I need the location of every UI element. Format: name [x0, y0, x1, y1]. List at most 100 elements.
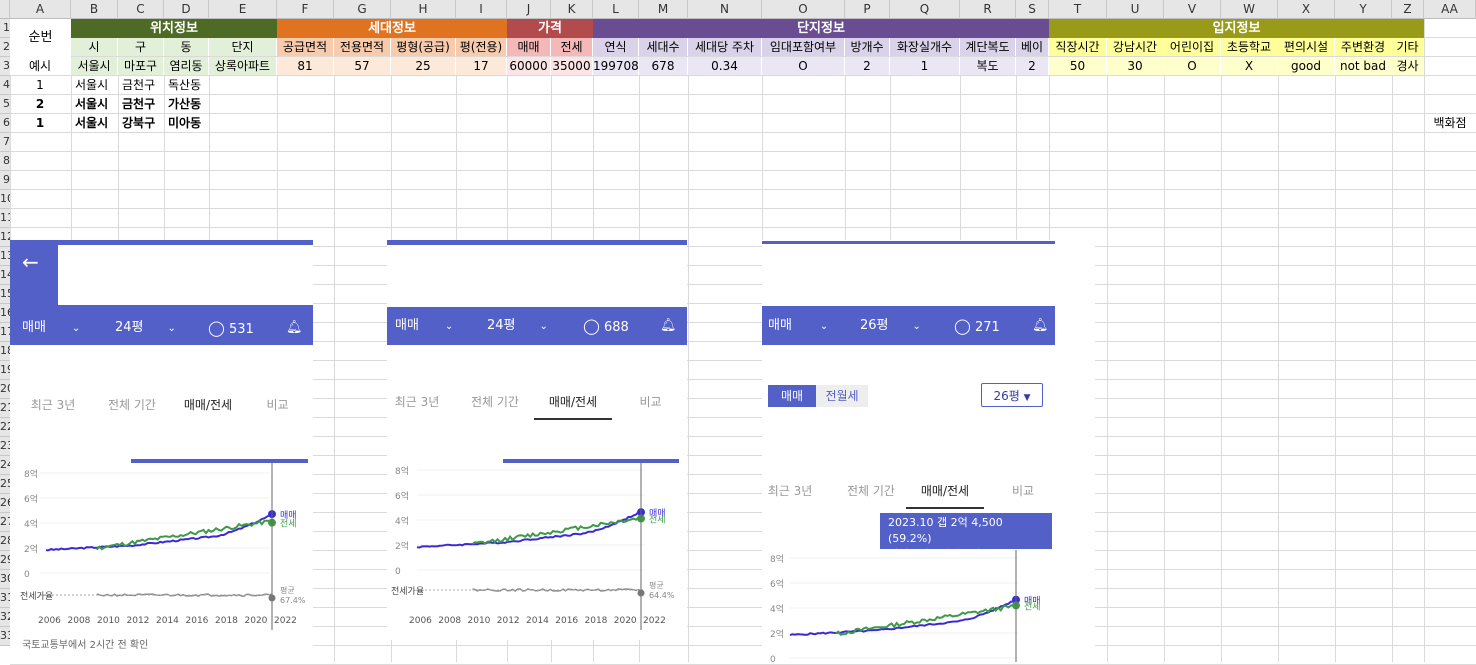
tab-recent-3y[interactable]: 최근 3년	[387, 393, 447, 410]
header-cell[interactable]: 세대당 주차	[688, 38, 761, 56]
row-header[interactable]: 30	[0, 570, 10, 589]
example-cell[interactable]: 25	[391, 57, 455, 75]
row-header[interactable]: 9	[0, 171, 10, 190]
example-cell[interactable]: 복도	[960, 57, 1015, 75]
column-header-u[interactable]: U	[1107, 0, 1164, 19]
example-cell[interactable]: X	[1221, 57, 1277, 75]
example-cell[interactable]: 예시	[10, 57, 70, 75]
header-cell[interactable]: 편의시설	[1278, 38, 1334, 56]
header-cell[interactable]: 초등학교	[1221, 38, 1277, 56]
row-header[interactable]: 31	[0, 589, 10, 608]
tab-all-period[interactable]: 전체 기간	[832, 482, 910, 499]
column-header-v[interactable]: V	[1164, 0, 1221, 19]
example-cell[interactable]: 1	[890, 57, 959, 75]
example-cell[interactable]: 678	[639, 57, 687, 75]
cell-a1[interactable]: 순번	[10, 19, 71, 57]
header-cell[interactable]: 연식	[593, 38, 638, 56]
column-header-e[interactable]: E	[209, 0, 277, 19]
data-cell[interactable]: 금천구	[118, 76, 163, 94]
header-cell[interactable]: 매매	[507, 38, 550, 56]
cell-aa6[interactable]: 백화점	[1424, 114, 1476, 132]
column-header-x[interactable]: X	[1278, 0, 1335, 19]
bell-icon[interactable]: 🔔︎	[286, 309, 303, 347]
header-cell[interactable]: 베이	[1016, 38, 1048, 56]
deal-type-select[interactable]: 매매 ⌄	[395, 307, 453, 346]
header-cell[interactable]: 구	[118, 38, 163, 56]
header-cell[interactable]: 기타	[1392, 38, 1423, 56]
header-cell[interactable]: 계단복도	[960, 38, 1015, 56]
row-header[interactable]: 6	[0, 114, 10, 133]
tab-sale-jeonse[interactable]: 매매/전세	[534, 393, 612, 420]
row-header[interactable]: 7	[0, 133, 10, 152]
column-header-c[interactable]: C	[118, 0, 164, 19]
example-cell[interactable]: 상록아파트	[209, 57, 276, 75]
tab-recent-3y[interactable]: 최근 3년	[762, 482, 818, 499]
row-header[interactable]: 17	[0, 323, 10, 342]
column-header-o[interactable]: O	[762, 0, 845, 19]
header-cell[interactable]: 공급면적	[277, 38, 333, 56]
example-cell[interactable]: 30	[1107, 57, 1163, 75]
header-cell[interactable]: 주변환경	[1335, 38, 1391, 56]
column-header-y[interactable]: Y	[1335, 0, 1392, 19]
row-header[interactable]: 10	[0, 190, 10, 209]
data-cell[interactable]: 1	[10, 76, 70, 94]
header-cell[interactable]: 평(전용)	[456, 38, 506, 56]
column-header-n[interactable]: N	[688, 0, 762, 19]
column-header-t[interactable]: T	[1049, 0, 1107, 19]
row-header[interactable]: 16	[0, 304, 10, 323]
data-cell[interactable]: 미아동	[164, 114, 208, 132]
column-header-d[interactable]: D	[164, 0, 209, 19]
select-all-corner[interactable]	[0, 0, 10, 19]
column-header-z[interactable]: Z	[1392, 0, 1424, 19]
comments-button[interactable]: ◯ 688	[583, 307, 629, 347]
tab-recent-3y[interactable]: 최근 3년	[18, 396, 88, 413]
row-header[interactable]: 23	[0, 437, 10, 456]
data-cell[interactable]: 독산동	[164, 76, 208, 94]
tab-all-period[interactable]: 전체 기간	[92, 396, 172, 413]
row-header[interactable]: 8	[0, 152, 10, 171]
header-cell[interactable]: 단지	[209, 38, 276, 56]
tab-sale-jeonse[interactable]: 매매/전세	[168, 396, 248, 413]
column-header-aa[interactable]: AA	[1424, 0, 1476, 19]
header-cell[interactable]: 시	[71, 38, 117, 56]
data-cell[interactable]: 2	[10, 95, 70, 113]
example-cell[interactable]: 2	[845, 57, 889, 75]
size-dropdown[interactable]: 26평 ▼	[981, 383, 1043, 407]
example-cell[interactable]: 2	[1016, 57, 1048, 75]
example-cell[interactable]: 경사	[1392, 57, 1423, 75]
row-header[interactable]: 4	[0, 76, 10, 95]
tab-compare[interactable]: 비교	[623, 393, 678, 410]
column-header-s[interactable]: S	[1016, 0, 1049, 19]
bell-icon[interactable]: 🔔︎	[660, 307, 677, 345]
toggle-rent[interactable]: 전월세	[816, 385, 868, 407]
data-cell[interactable]: 서울시	[71, 95, 117, 113]
row-header[interactable]: 26	[0, 494, 10, 513]
row-header[interactable]: 15	[0, 285, 10, 304]
header-cell[interactable]: 방개수	[845, 38, 889, 56]
row-header[interactable]: 3	[0, 57, 10, 76]
row-header[interactable]: 20	[0, 380, 10, 399]
tab-sale-jeonse[interactable]: 매매/전세	[906, 482, 984, 509]
row-header[interactable]: 25	[0, 475, 10, 494]
column-header-j[interactable]: J	[507, 0, 551, 19]
row-header[interactable]: 1	[0, 19, 10, 38]
row-header[interactable]: 21	[0, 399, 10, 418]
size-select[interactable]: 26평 ⌄	[860, 307, 921, 346]
example-cell[interactable]: 60000	[507, 57, 550, 75]
example-cell[interactable]: 81	[277, 57, 333, 75]
example-cell[interactable]: O	[1164, 57, 1220, 75]
header-cell[interactable]: 강남시간	[1107, 38, 1163, 56]
example-cell[interactable]: not bad	[1335, 57, 1391, 75]
comments-button[interactable]: ◯ 531	[208, 309, 254, 349]
row-header[interactable]: 22	[0, 418, 10, 437]
column-header-f[interactable]: F	[277, 0, 334, 19]
header-cell[interactable]: 어린이집	[1164, 38, 1220, 56]
row-header[interactable]: 32	[0, 608, 10, 627]
tab-compare[interactable]: 비교	[998, 482, 1048, 499]
data-cell[interactable]: 금천구	[118, 95, 163, 113]
example-cell[interactable]: good	[1278, 57, 1334, 75]
example-cell[interactable]: 35000	[551, 57, 592, 75]
row-header[interactable]: 27	[0, 513, 10, 532]
column-header-p[interactable]: P	[845, 0, 890, 19]
deal-type-select[interactable]: 매매 ⌄	[22, 309, 80, 348]
